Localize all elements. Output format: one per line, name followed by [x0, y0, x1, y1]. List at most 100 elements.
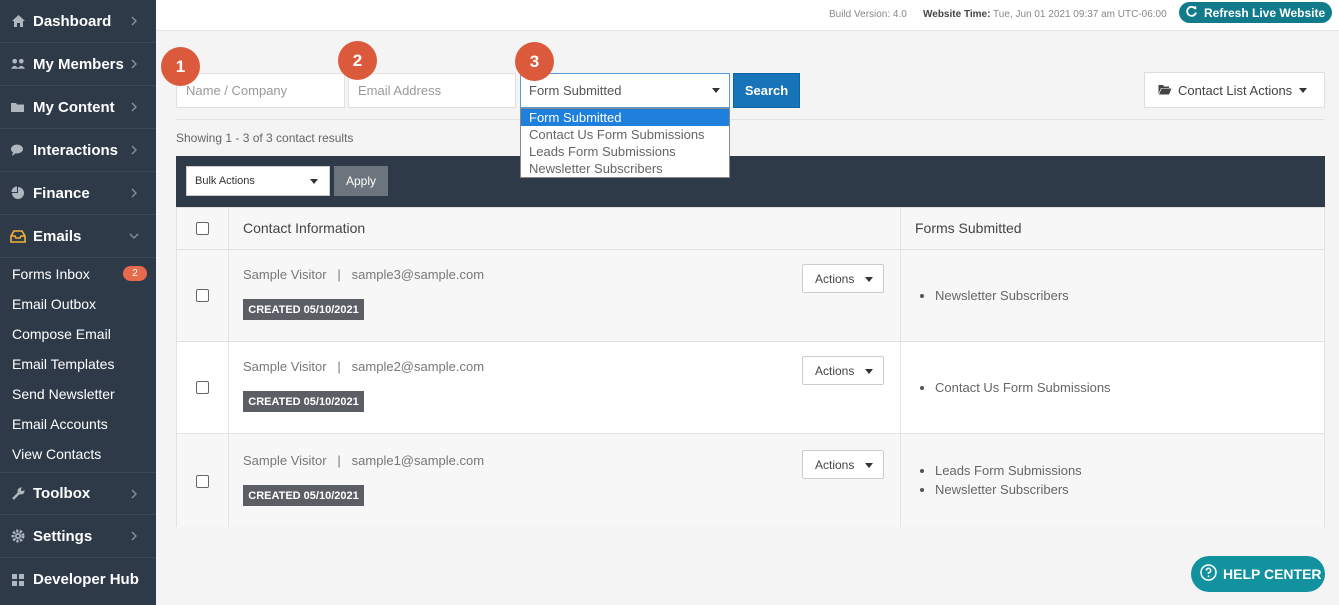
subitem-label: Send Newsletter — [12, 386, 115, 402]
separator: | — [337, 267, 341, 282]
sidebar-subitem-email-templates[interactable]: Email Templates — [0, 349, 156, 379]
chevron-right-icon — [128, 143, 140, 155]
sidebar-item-label: Emails — [33, 227, 82, 245]
forms-list: Contact Us Form Submissions — [920, 378, 1111, 397]
sidebar-item-label: Interactions — [33, 141, 119, 159]
contact-name: Sample Visitor — [243, 359, 327, 374]
contact-list-actions-button[interactable]: Contact List Actions — [1144, 72, 1325, 108]
header-forms-submitted: Forms Submitted — [915, 220, 1022, 236]
subitem-label: Forms Inbox — [12, 266, 90, 282]
sidebar-item-dashboard[interactable]: Dashboard — [0, 0, 156, 43]
created-date-badge: CREATED 05/10/2021 — [243, 299, 364, 320]
caret-down-icon — [712, 88, 720, 93]
email-address-placeholder: Email Address — [358, 83, 442, 98]
sidebar-item-emails[interactable]: Emails — [0, 215, 156, 258]
select-all-checkbox[interactable] — [196, 222, 209, 235]
form-submitted-select[interactable]: Form Submitted — [520, 73, 730, 108]
results-count: Showing 1 - 3 of 3 contact results — [176, 131, 354, 145]
caret-down-icon — [865, 463, 873, 468]
sidebar-item-developer-hub[interactable]: Developer Hub — [0, 558, 156, 601]
topbar: Build Version: 4.0 Website Time: Tue, Ju… — [156, 0, 1339, 31]
sidebar-subitem-forms-inbox[interactable]: Forms Inbox 2 — [0, 259, 156, 289]
caret-down-icon — [1299, 87, 1308, 93]
sidebar-subitem-view-contacts[interactable]: View Contacts — [0, 439, 156, 469]
dropdown-option[interactable]: Newsletter Subscribers — [521, 160, 729, 177]
form-item: Newsletter Subscribers — [920, 288, 1069, 303]
column-divider — [228, 208, 229, 249]
dropdown-option[interactable]: Contact Us Form Submissions — [521, 126, 729, 143]
row-checkbox[interactable] — [196, 475, 209, 488]
pie-chart-icon — [10, 185, 26, 201]
bulk-actions-select[interactable]: Bulk Actions — [186, 166, 330, 196]
column-divider — [900, 208, 901, 249]
chevron-right-icon — [128, 529, 140, 541]
actions-label: Actions — [815, 363, 855, 378]
contact-email[interactable]: sample1@sample.com — [352, 453, 484, 468]
sidebar-subitem-email-outbox[interactable]: Email Outbox — [0, 289, 156, 319]
name-company-input[interactable]: Name / Company — [176, 73, 345, 108]
table-row: Sample Visitor | sample1@sample.com CREA… — [177, 434, 1324, 527]
folder-icon — [10, 99, 26, 115]
sidebar-item-my-content[interactable]: My Content — [0, 86, 156, 129]
grid-icon — [10, 572, 26, 588]
row-actions-button[interactable]: Actions — [802, 264, 884, 293]
sidebar-item-label: Finance — [33, 184, 90, 202]
refresh-live-website-button[interactable]: Refresh Live Website — [1179, 2, 1332, 23]
email-address-input[interactable]: Email Address — [348, 73, 516, 108]
search-button[interactable]: Search — [733, 73, 800, 108]
column-divider — [900, 250, 901, 341]
sidebar-item-my-members[interactable]: My Members — [0, 43, 156, 86]
caret-down-icon — [865, 277, 873, 282]
chevron-right-icon — [128, 487, 140, 499]
dropdown-option[interactable]: Leads Form Submissions — [521, 143, 729, 160]
divider — [176, 119, 1325, 120]
row-actions-button[interactable]: Actions — [802, 356, 884, 385]
contact-email[interactable]: sample2@sample.com — [352, 359, 484, 374]
column-divider — [228, 250, 229, 341]
help-center-button[interactable]: HELP CENTER — [1191, 556, 1325, 592]
contact-email[interactable]: sample3@sample.com — [352, 267, 484, 282]
actions-label: Actions — [815, 457, 855, 472]
emails-submenu: Forms Inbox 2 Email Outbox Compose Email… — [0, 258, 156, 472]
sidebar-item-interactions[interactable]: Interactions — [0, 129, 156, 172]
table-row: Sample Visitor | sample3@sample.com CREA… — [177, 250, 1324, 342]
row-checkbox[interactable] — [196, 289, 209, 302]
chevron-right-icon — [128, 57, 140, 69]
chevron-down-icon — [128, 229, 140, 241]
caret-down-icon — [865, 369, 873, 374]
sidebar-subitem-send-newsletter[interactable]: Send Newsletter — [0, 379, 156, 409]
sidebar-item-finance[interactable]: Finance — [0, 172, 156, 215]
sidebar-item-label: Settings — [33, 527, 93, 545]
actions-label: Actions — [815, 271, 855, 286]
users-icon — [10, 56, 26, 72]
home-icon — [10, 13, 26, 29]
row-checkbox[interactable] — [196, 381, 209, 394]
subitem-label: Email Outbox — [12, 296, 97, 312]
question-circle-icon — [1200, 564, 1217, 584]
separator: | — [337, 359, 341, 374]
sidebar-subitem-compose-email[interactable]: Compose Email — [0, 319, 156, 349]
apply-button[interactable]: Apply — [334, 166, 388, 196]
sidebar-item-label: Developer Hub — [33, 571, 139, 588]
separator: | — [337, 453, 341, 468]
comments-icon — [10, 142, 26, 158]
sidebar-item-label: My Members — [33, 55, 124, 73]
sidebar-item-toolbox[interactable]: Toolbox — [0, 472, 156, 515]
folder-open-icon — [1158, 83, 1172, 98]
build-version: Build Version: 4.0 — [829, 9, 907, 20]
sidebar-item-label: Toolbox — [33, 485, 91, 502]
contact-info: Sample Visitor | sample1@sample.com — [243, 453, 484, 468]
column-divider — [228, 342, 229, 433]
sidebar-subitem-email-accounts[interactable]: Email Accounts — [0, 409, 156, 439]
created-date-badge: CREATED 05/10/2021 — [243, 485, 364, 506]
sidebar: Dashboard My Members My Content Interact… — [0, 0, 156, 605]
created-date-badge: CREATED 05/10/2021 — [243, 391, 364, 412]
chevron-right-icon — [128, 100, 140, 112]
row-actions-button[interactable]: Actions — [802, 450, 884, 479]
step-marker-1: 1 — [161, 47, 200, 86]
contact-name: Sample Visitor — [243, 453, 327, 468]
form-item: Newsletter Subscribers — [920, 480, 1082, 499]
sidebar-item-settings[interactable]: Settings — [0, 515, 156, 558]
dropdown-option[interactable]: Form Submitted — [521, 109, 729, 126]
name-company-placeholder: Name / Company — [186, 83, 288, 98]
